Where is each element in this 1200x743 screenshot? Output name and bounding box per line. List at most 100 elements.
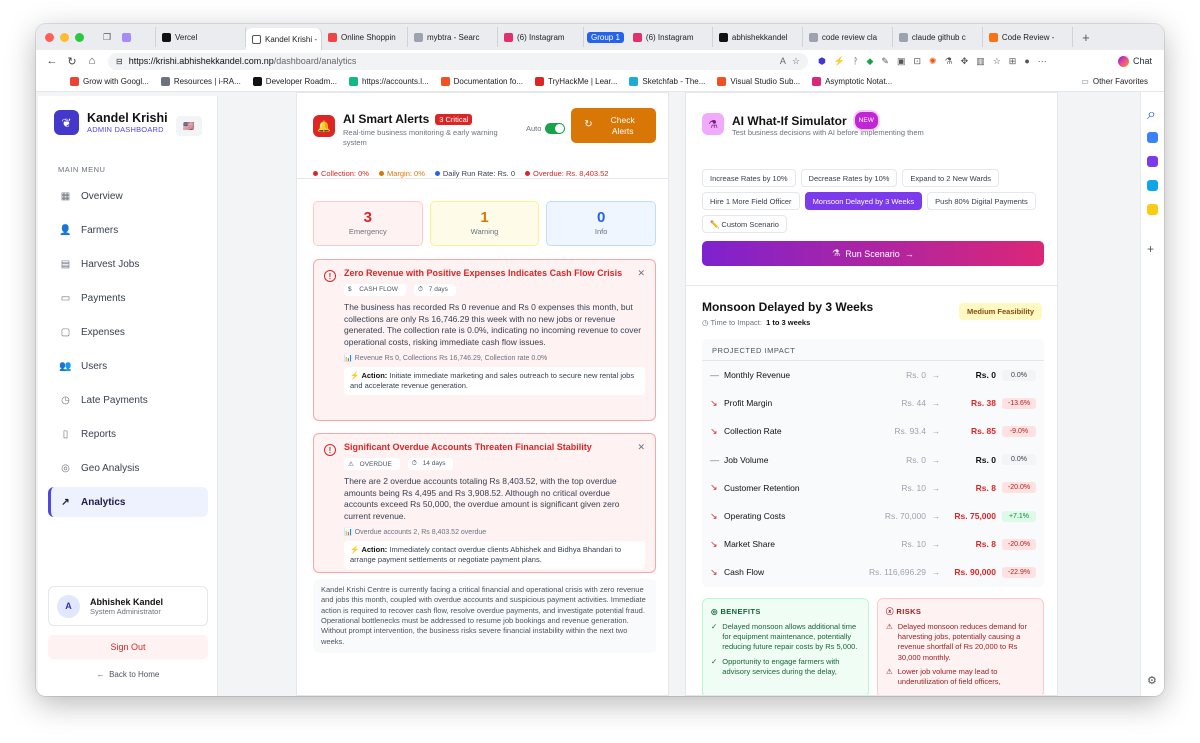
back-to-home-link[interactable]: ← Back to Home (48, 670, 208, 679)
tab-actions-icon[interactable]: ❐ (98, 29, 116, 45)
browser-tab[interactable]: mybtra - Searc (408, 27, 498, 47)
scenario-chip[interactable]: Expand to 2 New Wards (902, 169, 1000, 187)
trend-down-icon: ↘ (710, 425, 718, 436)
split-screen-icon[interactable]: ▥ (976, 56, 985, 67)
sidebar-item-analytics[interactable]: ↗ Analytics (48, 487, 208, 517)
impact-row: ↘ Collection Rate Rs. 93.4 → Rs. 85 -9.0% (702, 417, 1044, 445)
tab-favicon-icon (504, 32, 513, 42)
settings-gear-icon[interactable]: ⚙ (1147, 674, 1158, 687)
more-menu-icon[interactable]: ⋯ (1038, 56, 1047, 67)
check-alerts-button[interactable]: ↻ Check Alerts (571, 108, 656, 143)
browser-tab[interactable]: (6) Instagram (498, 27, 584, 47)
user-card[interactable]: A Abhishek Kandel System Administrator (48, 586, 208, 626)
collections-icon[interactable]: ⊞ (1009, 56, 1017, 67)
sidebar-item-farmers[interactable]: 👤 Farmers (48, 213, 208, 247)
dismiss-alert-button[interactable]: ✕ (637, 442, 645, 453)
extension-icon[interactable]: ▣ (897, 56, 906, 67)
extension-icon[interactable]: ⚡ (834, 56, 845, 67)
bookmark-item[interactable]: Asymptotic Notat... (812, 77, 892, 86)
sidebar-item-reports[interactable]: ▯ Reports (48, 417, 208, 451)
bookmark-item[interactable]: Visual Studio Sub... (717, 77, 800, 86)
bookmark-item[interactable]: Developer Roadm... (252, 77, 337, 86)
browser-tab[interactable]: claude github c (893, 27, 983, 47)
benefits-heading: ◎ BENEFITS (711, 607, 761, 616)
warning-count: 1 (480, 209, 489, 226)
scenario-chip[interactable]: Decrease Rates by 10% (800, 169, 898, 187)
browser-tab[interactable]: (6) Instagram (627, 27, 713, 47)
extension-icon[interactable]: ✎ (881, 56, 889, 67)
auto-toggle[interactable]: Auto (526, 123, 566, 134)
scenario-chip[interactable]: Monsoon Delayed by 3 Weeks (804, 192, 923, 210)
tab-group-label[interactable]: Group 1 (587, 31, 624, 43)
scenario-chip[interactable]: Hire 1 More Field Officer (702, 192, 800, 210)
warning-icon: ⚠ (886, 622, 893, 632)
onenote-icon[interactable] (1147, 156, 1158, 167)
benefits-box: ◎ BENEFITS ✓ Delayed monsoon allows addit… (702, 598, 869, 695)
feasibility-badge: Medium Feasibility (959, 303, 1043, 320)
extensions-puzzle-icon[interactable]: ✥ (961, 56, 969, 67)
auto-toggle-switch[interactable] (545, 123, 566, 134)
sidebar-item-harvest-jobs[interactable]: ▤ Harvest Jobs (48, 247, 208, 281)
extension-icon[interactable]: ✺ (929, 56, 937, 67)
browser-tab[interactable]: code review cla (803, 27, 893, 47)
back-arrow-icon[interactable]: ← (42, 55, 62, 67)
alert-timeframe-tag: ⏱ 7 days (413, 284, 456, 296)
extension-icon[interactable]: ᚹ (853, 56, 858, 67)
other-favorites[interactable]: ▭ Other Favorites (1081, 77, 1148, 86)
close-window-button[interactable] (45, 32, 54, 42)
sidebar-item-geo-analysis[interactable]: ◎ Geo Analysis (48, 451, 208, 485)
sidebar-item-users[interactable]: 👥 Users (48, 349, 208, 383)
refresh-icon: ↻ (584, 119, 593, 131)
reload-icon[interactable]: ↻ (62, 55, 82, 68)
dismiss-alert-button[interactable]: ✕ (637, 268, 645, 279)
scenario-chip[interactable]: Increase Rates by 10% (702, 169, 796, 187)
shopping-icon[interactable] (1147, 132, 1158, 143)
alert-metrics: 📊 Overdue accounts 2, Rs 8,403.52 overdu… (344, 528, 487, 536)
new-tab-button[interactable]: + (1077, 29, 1095, 45)
scenario-chip[interactable]: Push 80% Digital Payments (927, 192, 1036, 210)
extension-icon[interactable]: ⬢ (818, 56, 826, 67)
url-field[interactable]: ⊟ https://krishi.abhishekkandel.com.np/d… (108, 52, 808, 70)
favorites-icon[interactable]: ☆ (993, 56, 1001, 67)
status-run-rate: Daily Run Rate: Rs. 0 (434, 169, 515, 178)
scenario-chip[interactable]: ✏️ Custom Scenario (702, 215, 787, 233)
browser-tab[interactable]: Code Review - (983, 27, 1073, 47)
check-icon: ✓ (711, 622, 718, 632)
bookmark-item[interactable]: Grow with Googl... (70, 77, 149, 86)
sidebar-item-payments[interactable]: ▭ Payments (48, 281, 208, 315)
run-scenario-button[interactable]: ⚗ Run Scenario → (702, 241, 1044, 266)
profile-avatar-icon[interactable]: ● (1024, 56, 1029, 67)
sidebar-item-late-payments[interactable]: ◷ Late Payments (48, 383, 208, 417)
extension-icon[interactable]: ◆ (866, 56, 873, 67)
search-icon[interactable]: ⌕ (1147, 106, 1158, 123)
sidebar-item-overview[interactable]: ▦ Overview (48, 179, 208, 213)
favorite-star-icon[interactable]: ☆ (792, 56, 800, 67)
bookmark-item[interactable]: Resources | i-RA... (160, 77, 241, 86)
zoom-window-button[interactable] (75, 32, 84, 42)
language-flag-button[interactable]: 🇺🇸 (176, 116, 202, 136)
copilot-chat-button[interactable]: Chat (1117, 55, 1152, 67)
site-info-icon[interactable]: ⊟ (116, 57, 123, 66)
browser-tab[interactable]: abhishekkandel (713, 27, 803, 47)
add-panel-icon[interactable]: + (1147, 242, 1158, 256)
outlook-icon[interactable] (1147, 180, 1158, 191)
bookmark-item[interactable]: TryHackMe | Lear... (535, 77, 617, 86)
list-item: ✓ Delayed monsoon allows additional time … (711, 622, 860, 652)
minimize-window-button[interactable] (60, 32, 69, 42)
browser-tab[interactable] (116, 27, 156, 47)
sidebar-item-expenses[interactable]: ▢ Expenses (48, 315, 208, 349)
sign-out-button[interactable]: Sign Out (48, 635, 208, 659)
bookmark-item[interactable]: https://accounts.l... (348, 77, 429, 86)
browser-tab[interactable]: Kandel Krishi -✕ (246, 28, 322, 50)
browser-tab[interactable]: Online Shoppin (322, 27, 408, 47)
browser-tab[interactable]: Vercel (156, 27, 246, 47)
tab-label: code review cla (821, 32, 878, 42)
bookmark-item[interactable]: Documentation fo... (440, 77, 523, 86)
home-icon[interactable]: ⌂ (82, 55, 102, 67)
read-aloud-icon[interactable]: A (780, 56, 786, 66)
keep-icon[interactable] (1147, 204, 1158, 215)
extension-icon[interactable]: ⊡ (913, 56, 921, 67)
impact-rows: — Monthly Revenue Rs. 0 → Rs. 0 0.0% ↘ Profit M… (702, 361, 1044, 587)
bookmark-item[interactable]: Sketchfab - The... (629, 77, 705, 86)
extension-icon[interactable]: ⚗ (945, 56, 953, 67)
